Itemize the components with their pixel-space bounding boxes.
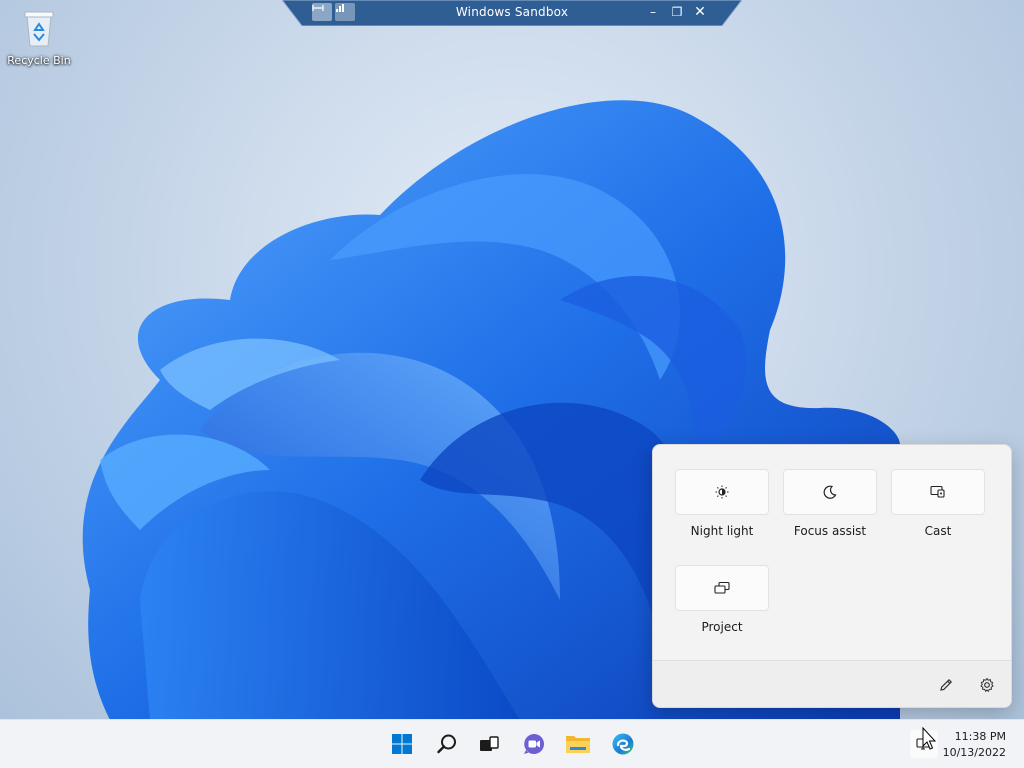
- search-icon: [437, 734, 456, 754]
- restore-button[interactable]: ❐: [668, 3, 686, 21]
- close-button[interactable]: ✕: [691, 3, 709, 21]
- desktop-icon-label: Recycle Bin: [7, 54, 71, 67]
- tray-clock[interactable]: 11:38 PM 10/13/2022: [943, 729, 1006, 761]
- clock-date: 10/13/2022: [942, 746, 1006, 759]
- clock-time: 11:38 PM: [954, 730, 1006, 743]
- tile-label: Cast: [924, 524, 952, 538]
- start-button[interactable]: [386, 728, 418, 760]
- settings-button[interactable]: [975, 673, 999, 697]
- cast-icon: [930, 485, 945, 498]
- teams-chat-icon: [524, 734, 544, 754]
- night-light-button[interactable]: [675, 469, 769, 515]
- focus-assist-button[interactable]: [783, 469, 877, 515]
- desktop-icon-recycle-bin[interactable]: Recycle Bin: [4, 8, 74, 67]
- moon-icon: [823, 485, 837, 499]
- folder-icon: [566, 736, 590, 753]
- file-explorer-button[interactable]: [562, 728, 594, 760]
- tile-cast[interactable]: Cast: [891, 469, 985, 538]
- tile-label: Focus assist: [793, 524, 867, 538]
- tile-night-light[interactable]: Night light: [675, 469, 769, 538]
- sandbox-title-bar[interactable]: Windows Sandbox – ❐ ✕: [282, 0, 742, 26]
- edit-quick-settings-button[interactable]: [934, 673, 958, 697]
- mouse-cursor-icon: [922, 727, 936, 750]
- windows-logo-icon: [392, 734, 412, 754]
- tile-label: Project: [701, 620, 743, 634]
- taskbar: 11:38 PM 10/13/2022: [0, 719, 1024, 768]
- tile-project[interactable]: Project: [675, 565, 769, 634]
- task-view-icon: [480, 736, 499, 751]
- desktop: Windows Sandbox – ❐ ✕ Recycle Bin Night …: [0, 0, 1024, 768]
- minimize-button[interactable]: –: [644, 3, 662, 21]
- pencil-icon: [940, 678, 953, 691]
- search-button[interactable]: [431, 728, 463, 760]
- cast-button[interactable]: [891, 469, 985, 515]
- quick-settings-footer: [653, 660, 1011, 707]
- project-button[interactable]: [675, 565, 769, 611]
- chat-button[interactable]: [518, 728, 550, 760]
- edge-button[interactable]: [607, 728, 639, 760]
- tile-label: Night light: [690, 524, 754, 538]
- task-view-button[interactable]: [473, 728, 505, 760]
- edge-icon: [612, 733, 634, 755]
- recycle-bin-icon: [24, 11, 54, 47]
- project-icon: [714, 581, 730, 594]
- night-light-icon: [715, 485, 729, 499]
- gear-icon: [980, 677, 994, 693]
- quick-settings-panel: Night light Focus assist Cast Project: [652, 444, 1012, 708]
- tile-focus-assist[interactable]: Focus assist: [783, 469, 877, 538]
